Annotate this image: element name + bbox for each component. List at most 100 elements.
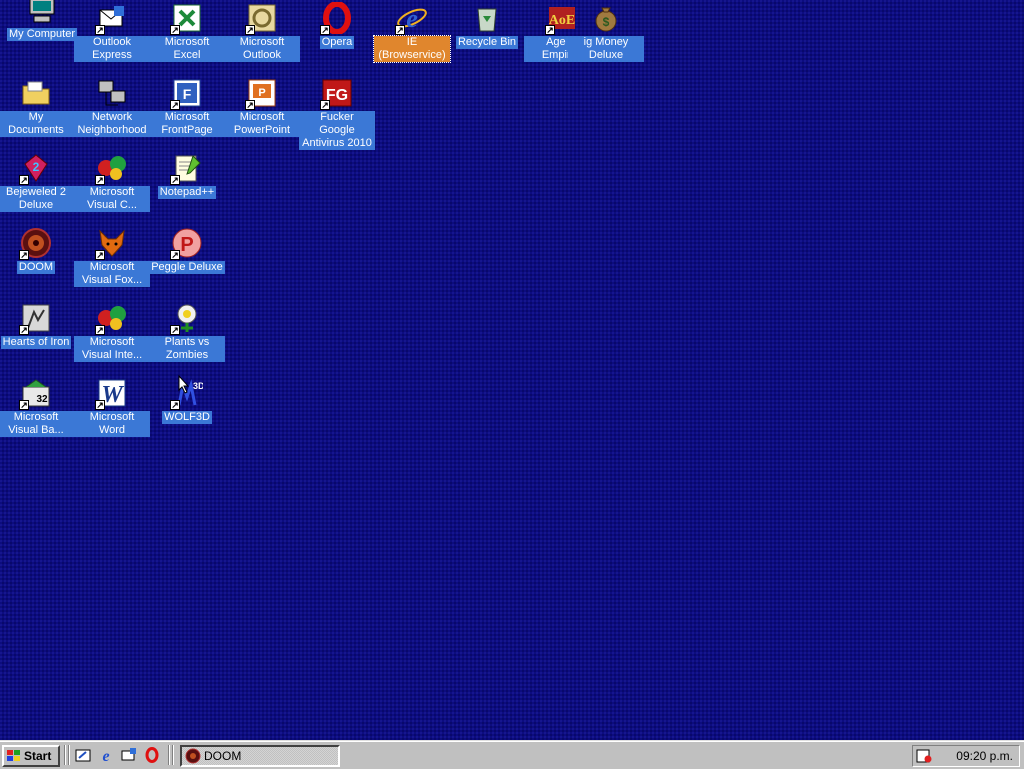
- desktop-icon-doom[interactable]: ↗ DOOM: [0, 225, 74, 297]
- scheduler-icon[interactable]: [916, 748, 932, 764]
- icon-label: Microsoft FrontPage: [149, 111, 225, 137]
- shortcut-arrow-icon: ↗: [245, 25, 255, 35]
- shortcut-arrow-icon: ↗: [19, 250, 29, 260]
- svg-text:e: e: [102, 748, 109, 763]
- shortcut-arrow-icon: ↗: [170, 25, 180, 35]
- taskbar-divider: [168, 745, 170, 765]
- desktop-icon-outlook-express[interactable]: ↗ Outlook Express: [74, 0, 150, 72]
- desktop-icon-ie-browservice[interactable]: e ↗ IE (Browservice): [373, 0, 451, 72]
- icon-label: Bejeweled 2 Deluxe: [0, 186, 74, 212]
- quicklaunch-internet-explorer[interactable]: e: [98, 747, 116, 765]
- icon-label: ig Money Deluxe: [568, 36, 644, 62]
- desktop[interactable]: My Computer ↗ Outlook Express ↗ Microsof…: [0, 0, 1024, 740]
- quicklaunch-outlook-express[interactable]: [121, 747, 139, 765]
- frontpage-icon: F ↗: [170, 77, 203, 110]
- desktop-icon-microsoft-powerpoint[interactable]: P ↗ Microsoft PowerPoint: [224, 75, 300, 147]
- svg-text:32: 32: [36, 394, 48, 405]
- desktop-icon-my-computer[interactable]: My Computer: [4, 0, 80, 72]
- desktop-icon-hearts-of-iron[interactable]: ↗ Hearts of Iron: [0, 300, 74, 372]
- icon-label: Microsoft Word: [74, 411, 150, 437]
- quicklaunch-opera[interactable]: [144, 747, 162, 765]
- desktop-icon-notepad-plus-plus[interactable]: ↗ Notepad++: [149, 150, 225, 222]
- desktop-icon-fucker-google-antivirus[interactable]: FG ↗ Fucker Google Antivirus 2010: [299, 75, 375, 150]
- icon-label: IE (Browservice): [373, 35, 451, 63]
- desktop-icon-ig-money-deluxe[interactable]: $ ig Money Deluxe: [568, 0, 644, 72]
- desktop-icon-bejeweled-2-deluxe[interactable]: 2 ↗ Bejeweled 2 Deluxe: [0, 150, 74, 222]
- foxpro-icon: ↗: [95, 227, 128, 260]
- desktop-icon-microsoft-visual-ba[interactable]: 32 ↗ Microsoft Visual Ba...: [0, 375, 74, 447]
- desktop-icon-microsoft-excel[interactable]: ↗ Microsoft Excel: [149, 0, 225, 72]
- shortcut-arrow-icon: ↗: [320, 100, 330, 110]
- desktop-icon-microsoft-visual-c[interactable]: ↗ Microsoft Visual C...: [74, 150, 150, 222]
- icon-label: Microsoft Visual Ba...: [0, 411, 74, 437]
- icon-label: Plants vs Zombies: [149, 336, 225, 362]
- shortcut-arrow-icon: ↗: [95, 400, 105, 410]
- clock[interactable]: 09:20 p.m.: [956, 749, 1013, 763]
- shortcut-arrow-icon: ↗: [170, 250, 180, 260]
- taskbar-divider: [68, 745, 70, 765]
- desktop-icon-recycle-bin[interactable]: Recycle Bin: [449, 0, 525, 72]
- taskbar-button-doom[interactable]: DOOM: [180, 745, 340, 767]
- shortcut-arrow-icon: ↗: [95, 250, 105, 260]
- icon-label: Microsoft Visual Inte...: [74, 336, 150, 362]
- visual-basic-icon: 32 ↗: [19, 377, 52, 410]
- opera-icon: [145, 747, 159, 763]
- shortcut-arrow-icon: ↗: [19, 175, 29, 185]
- svg-text:$: $: [603, 15, 610, 29]
- visual-interdev-icon: ↗: [95, 302, 128, 335]
- icon-label: WOLF3D: [162, 411, 212, 424]
- word-icon: W ↗: [95, 377, 128, 410]
- doom-icon: ↗: [19, 227, 52, 260]
- windows-logo-icon: [7, 750, 20, 761]
- start-button[interactable]: Start: [2, 745, 60, 767]
- taskbar-divider: [172, 745, 174, 765]
- recycle-bin-icon: [471, 2, 503, 34]
- outlook-express-icon: ↗: [95, 2, 128, 35]
- internet-explorer-icon: e: [102, 748, 109, 765]
- icon-label: Opera: [319, 36, 355, 49]
- icon-label: DOOM: [16, 261, 56, 274]
- shortcut-arrow-icon: ↗: [170, 100, 180, 110]
- desktop-icon-plants-vs-zombies[interactable]: ↗ Plants vs Zombies: [149, 300, 225, 372]
- money-bag-icon: $: [590, 2, 622, 34]
- system-tray: 09:20 p.m.: [912, 745, 1020, 767]
- shortcut-arrow-icon: ↗: [545, 25, 555, 35]
- ie-desktop-icon: [75, 749, 91, 762]
- powerpoint-icon: P ↗: [245, 77, 278, 110]
- svg-text:F: F: [183, 86, 192, 102]
- shortcut-arrow-icon: ↗: [170, 325, 180, 335]
- icon-label: My Computer: [6, 28, 78, 41]
- icon-label: Network Neighborhood: [74, 111, 150, 137]
- svg-text:P: P: [258, 87, 265, 99]
- desktop-icon-microsoft-word[interactable]: W ↗ Microsoft Word: [74, 375, 150, 447]
- shortcut-arrow-icon: ↗: [395, 25, 405, 35]
- doom-icon: [185, 748, 201, 764]
- quicklaunch-show-desktop[interactable]: [75, 747, 93, 765]
- taskbar-divider: [64, 745, 66, 765]
- task-label: DOOM: [204, 749, 242, 763]
- internet-explorer-icon: e ↗: [395, 2, 428, 35]
- shortcut-arrow-icon: ↗: [170, 400, 180, 410]
- plants-vs-zombies-icon: ↗: [170, 302, 203, 335]
- desktop-icon-my-documents[interactable]: My Documents: [0, 75, 74, 147]
- desktop-icon-opera[interactable]: ↗ Opera: [299, 0, 375, 72]
- desktop-icon-microsoft-visual-fox[interactable]: ↗ Microsoft Visual Fox...: [74, 225, 150, 297]
- icon-label: Recycle Bin: [455, 36, 519, 49]
- svg-text:P: P: [180, 234, 193, 256]
- bejeweled-icon: 2 ↗: [19, 152, 52, 185]
- opera-icon: ↗: [320, 2, 353, 35]
- excel-icon: ↗: [170, 2, 203, 35]
- desktop-icon-microsoft-visual-inte[interactable]: ↗ Microsoft Visual Inte...: [74, 300, 150, 372]
- desktop-icon-microsoft-frontpage[interactable]: F ↗ Microsoft FrontPage: [149, 75, 225, 147]
- shortcut-arrow-icon: ↗: [19, 325, 29, 335]
- svg-text:3D: 3D: [193, 381, 203, 391]
- desktop-icon-network-neighborhood[interactable]: Network Neighborhood: [74, 75, 150, 147]
- outlook-icon: ↗: [245, 2, 278, 35]
- shortcut-arrow-icon: ↗: [320, 25, 330, 35]
- notepad-icon: ↗: [170, 152, 203, 185]
- shortcut-arrow-icon: ↗: [19, 400, 29, 410]
- desktop-icon-microsoft-outlook[interactable]: ↗ Microsoft Outlook: [224, 0, 300, 72]
- icon-label: My Documents: [0, 111, 74, 137]
- desktop-icon-peggle-deluxe[interactable]: P ↗ Peggle Deluxe: [149, 225, 225, 297]
- start-label: Start: [24, 749, 52, 763]
